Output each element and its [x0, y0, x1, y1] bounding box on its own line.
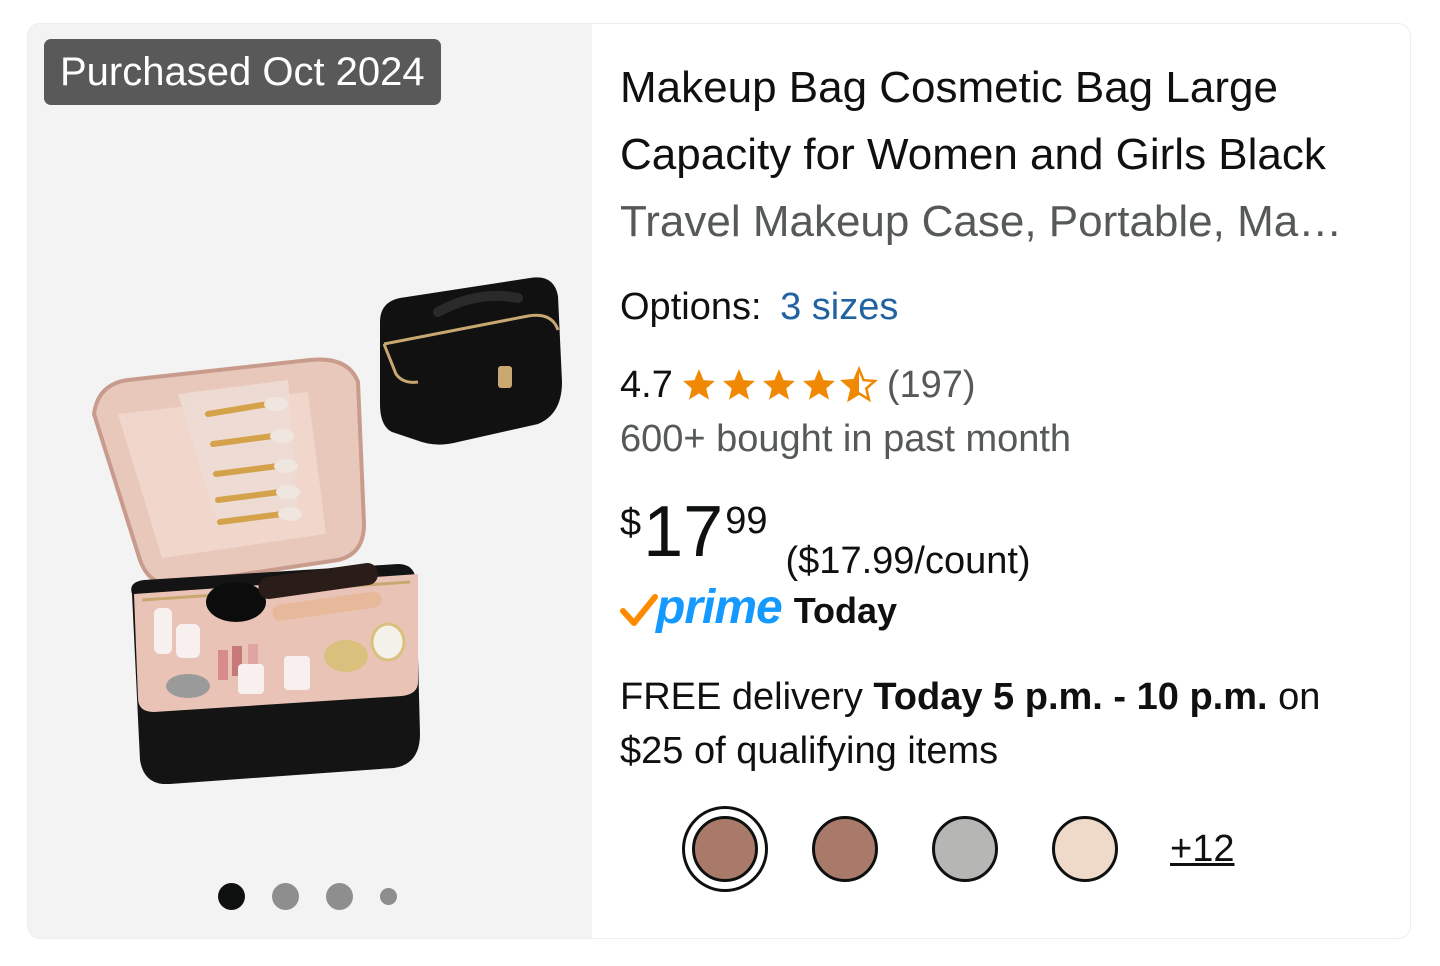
star-rating: [679, 366, 879, 404]
star-full-icon: [762, 369, 795, 400]
price-symbol: $: [620, 502, 642, 544]
carousel-dot-4[interactable]: [380, 887, 397, 905]
carousel-dot-1[interactable]: [218, 882, 245, 910]
product-title-continuation[interactable]: Travel Makeup Case, Portable, Ma…: [620, 188, 1390, 255]
rating-value: 4.7: [620, 363, 673, 406]
swatch-color: [1052, 816, 1118, 882]
prime-delivery-label: Today: [793, 590, 898, 631]
carousel-dot-2[interactable]: [272, 882, 299, 910]
options-row: Options: 3 sizes: [620, 282, 898, 332]
swatch-2[interactable]: [802, 806, 888, 892]
more-colors-link[interactable]: +12: [1170, 828, 1234, 871]
makeup-bag-photo[interactable]: [58, 264, 578, 784]
rating-row[interactable]: 4.7 (197): [620, 360, 976, 410]
carousel-dot-3[interactable]: [326, 882, 353, 910]
swatch-color: [692, 816, 758, 882]
delivery-info: FREE delivery Today 5 p.m. - 10 p.m. on …: [620, 670, 1390, 778]
prime-logo: prime: [656, 580, 783, 634]
prime-badge: prime Today: [620, 580, 897, 642]
options-label: Options:: [620, 286, 762, 328]
swatch-color: [932, 816, 998, 882]
swatch-4[interactable]: [1042, 806, 1128, 892]
carousel-dots[interactable]: [218, 882, 424, 910]
price-fraction: 99: [725, 500, 768, 542]
color-swatches: +12: [682, 806, 1234, 892]
swatch-3[interactable]: [922, 806, 1008, 892]
review-count[interactable]: (197): [887, 364, 976, 407]
star-full-icon: [722, 369, 755, 400]
star-full-icon: [682, 369, 715, 400]
star-half-icon: [839, 366, 878, 403]
options-sizes-link[interactable]: 3 sizes: [780, 286, 898, 328]
closed-bag-icon: [380, 277, 562, 445]
star-full-icon: [802, 369, 835, 400]
delivery-prefix: FREE delivery: [620, 676, 863, 718]
price-whole: 17: [643, 492, 724, 572]
purchased-badge: Purchased Oct 2024: [44, 39, 441, 105]
price: $ 17 99 ($17.99/count): [620, 490, 1031, 580]
product-card[interactable]: Purchased Oct 2024 Makeup Bag Cosmetic B…: [28, 24, 1410, 938]
product-title[interactable]: Makeup Bag Cosmetic Bag Large Capacity f…: [620, 54, 1390, 188]
swatch-1[interactable]: [682, 806, 768, 892]
unit-price: ($17.99/count): [785, 540, 1031, 582]
open-bag-icon: [91, 357, 420, 784]
prime-check-icon: [620, 594, 658, 626]
swatch-color: [812, 816, 878, 882]
product-image-pane[interactable]: Purchased Oct 2024: [28, 24, 592, 938]
bought-in-past-month: 600+ bought in past month: [620, 418, 1072, 460]
delivery-window: Today 5 p.m. - 10 p.m.: [873, 676, 1268, 718]
